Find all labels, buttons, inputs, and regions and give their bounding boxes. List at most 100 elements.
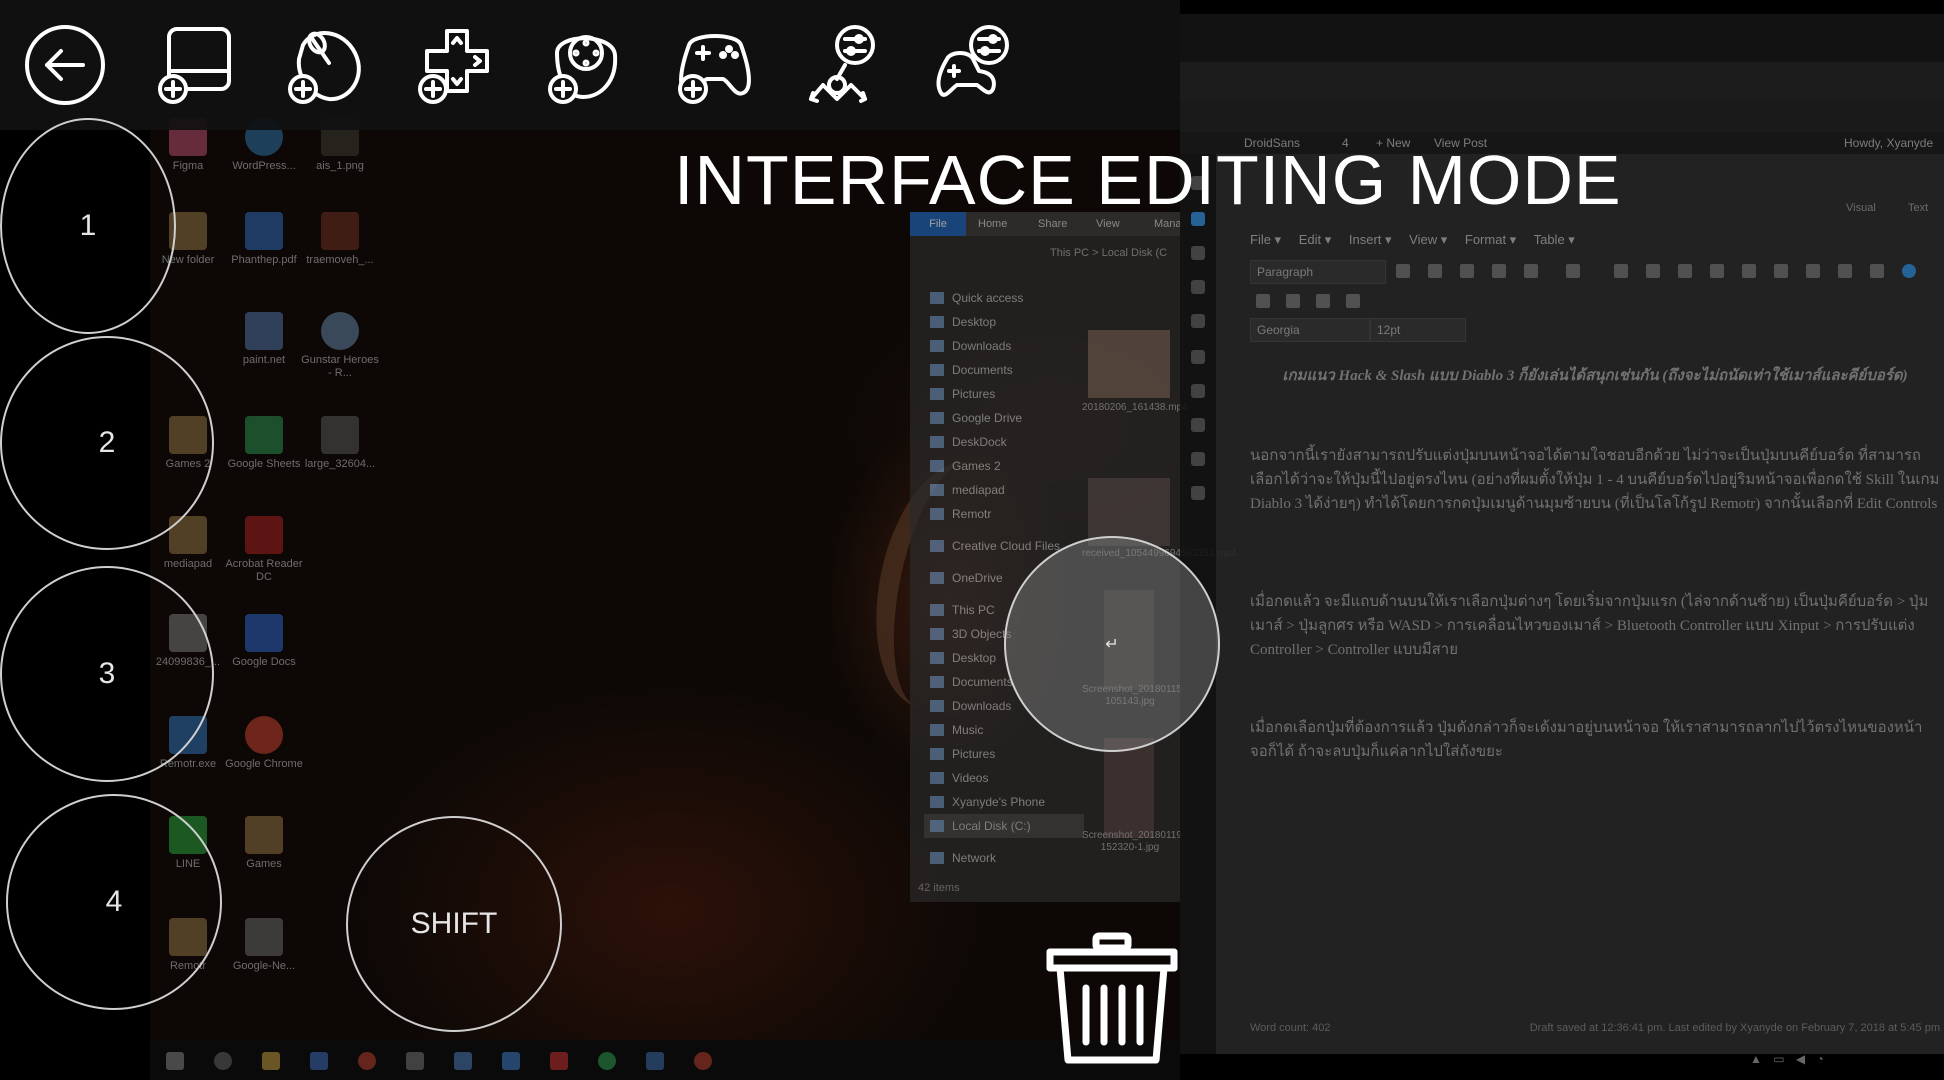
joystick-settings-button[interactable]	[800, 20, 890, 110]
add-joystick-icon	[548, 35, 618, 104]
browser-tabs	[1180, 14, 1944, 62]
chrome-icon	[358, 1052, 376, 1070]
maps-icon	[502, 1052, 520, 1070]
desktop-icon: Google Chrome	[224, 716, 304, 771]
add-gamepad-button[interactable]	[670, 20, 760, 110]
windows-taskbar	[150, 1040, 1180, 1080]
tools-icon	[1191, 384, 1205, 398]
paragraph-select: Paragraph	[1250, 260, 1386, 284]
font-select: Georgia	[1250, 318, 1370, 342]
explorer-nav-item: Documents	[924, 358, 1084, 382]
key-2-button[interactable]: 2	[0, 336, 214, 550]
read-more-icon	[1316, 294, 1330, 308]
key-3-button[interactable]: 3	[0, 566, 214, 782]
word-count: Word count: 402	[1250, 1022, 1331, 1034]
explorer-nav-item: Desktop	[924, 310, 1084, 334]
explorer-nav-item: Pictures	[924, 742, 1084, 766]
desktop-icon: Phanthep.pdf	[224, 212, 304, 267]
explorer-nav-item: Google Drive	[924, 406, 1084, 430]
number-list-icon	[1566, 264, 1580, 278]
add-keyboard-key-button[interactable]	[150, 20, 240, 110]
file-name: Screenshot_20180119-152320-1.jpg	[1082, 830, 1186, 853]
redo-icon	[1870, 264, 1884, 278]
plugins-icon	[1191, 418, 1205, 432]
desktop-icon: Acrobat Reader DC	[224, 516, 304, 584]
desktop-icon: Gunstar Heroes - R...	[300, 312, 380, 380]
post-paragraph: เมื่อกดเลือกปุ่มที่ต้องการแล้ว ปุ่มดังกล…	[1250, 720, 1923, 760]
explorer-status: 42 items	[918, 882, 960, 894]
browser-url-bar	[1180, 62, 1944, 100]
explorer-nav-item: mediapad	[924, 478, 1084, 502]
size-select: 12pt	[1370, 318, 1466, 342]
quote-icon	[1492, 264, 1506, 278]
key-4-button[interactable]: 4	[6, 794, 222, 1010]
explorer-nav-item: Downloads	[924, 334, 1084, 358]
add-mouse-button[interactable]	[280, 20, 370, 110]
desktop-icon: paint.net	[224, 312, 304, 367]
media-icon	[1191, 246, 1205, 260]
file-thumbnail	[1088, 330, 1170, 398]
post-editor: Visual Text File ▾ Edit ▾ Insert ▾ View …	[1216, 154, 1944, 1054]
add-keyboard-key-icon	[158, 27, 231, 104]
desktop-icon: Google Docs	[224, 614, 304, 669]
file-explorer-icon	[262, 1052, 280, 1070]
gamepad-settings-icon	[936, 25, 1009, 97]
trash-button[interactable]	[1042, 930, 1182, 1070]
explorer-nav-item: Network	[924, 846, 1084, 870]
align-center-icon	[1646, 264, 1660, 278]
explorer-nav-item: Quick access	[924, 286, 1084, 310]
windows-start-icon	[166, 1052, 184, 1070]
explorer-nav-item: Local Disk (C:)	[924, 814, 1084, 838]
post-paragraph: นอกจากนี้เรายังสามารถปรับแต่งปุ่มบนหน้าจ…	[1250, 448, 1940, 512]
acrobat-icon	[550, 1052, 568, 1070]
desktop-icon: Google Sheets	[224, 416, 304, 471]
editor-footer: Word count: 402 Draft saved at 12:36:41 …	[1250, 1022, 1940, 1034]
joystick-settings-icon	[809, 25, 875, 103]
paint-icon	[454, 1052, 472, 1070]
spellcheck-icon	[1902, 264, 1916, 278]
system-tray: ▲ ▭ ◀ ◔	[1750, 1052, 1828, 1066]
comments-icon	[1191, 314, 1205, 328]
key-1-button[interactable]: 1	[0, 118, 176, 334]
post-paragraph: เมื่อกดแล้ว จะมีแถบด้านบนให้เราเลือกปุ่ม…	[1250, 594, 1929, 658]
explorer-nav-item: Xyanyde's Phone	[924, 790, 1084, 814]
back-button[interactable]	[20, 20, 110, 110]
search-icon	[214, 1052, 232, 1070]
settings-icon	[1191, 452, 1205, 466]
explorer-nav-item: Videos	[924, 766, 1084, 790]
add-joystick-button[interactable]	[540, 20, 630, 110]
enter-key-button[interactable]: ↵	[1004, 536, 1220, 752]
remotr-icon	[646, 1052, 664, 1070]
collapse-icon	[1191, 486, 1205, 500]
link-icon	[1774, 264, 1788, 278]
underline-icon	[1460, 264, 1474, 278]
mode-title: INTERFACE EDITING MODE	[674, 141, 1622, 219]
desktop-icon: large_32604...	[300, 416, 380, 471]
add-gamepad-icon	[678, 34, 751, 104]
explorer-nav-item: Pictures	[924, 382, 1084, 406]
code-icon	[1346, 294, 1360, 308]
file-name: 20180206_161438.mp4	[1082, 402, 1188, 413]
gamepad-settings-button[interactable]	[930, 20, 1020, 110]
add-dpad-button[interactable]	[410, 20, 500, 110]
add-mouse-icon	[288, 31, 361, 104]
bold-icon	[1396, 264, 1410, 278]
align-left-icon	[1614, 264, 1628, 278]
insert-icon	[1256, 294, 1270, 308]
file-thumbnail	[1104, 738, 1154, 838]
editor-tab-visual: Visual	[1846, 202, 1876, 214]
unlink-icon	[1806, 264, 1820, 278]
shift-key-button[interactable]: SHIFT	[346, 816, 562, 1032]
editor-tab-text: Text	[1908, 202, 1929, 214]
add-dpad-icon	[418, 29, 489, 104]
desktop-icon: Games	[224, 816, 304, 871]
editor-menubar: File ▾ Edit ▾ Insert ▾ View ▾ Format ▾ T…	[1250, 232, 1575, 247]
howdy-user: Howdy, Xyanyde	[1844, 136, 1934, 150]
store-icon	[310, 1052, 328, 1070]
italic-icon	[1428, 264, 1442, 278]
back-arrow-icon	[25, 25, 105, 105]
chrome-icon	[694, 1052, 712, 1070]
explorer-nav-item: Games 2	[924, 454, 1084, 478]
align-right-icon	[1678, 264, 1692, 278]
trash-icon	[1046, 932, 1178, 1064]
